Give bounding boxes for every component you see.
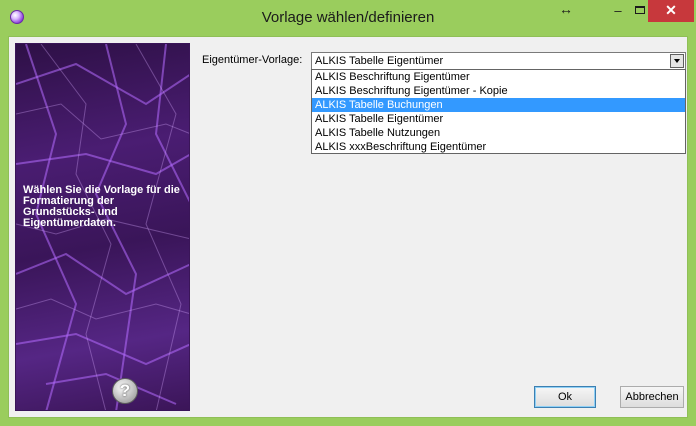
title-bar[interactable]: Vorlage wählen/definieren ↔ – ✕ <box>0 0 696 36</box>
dropdown-option[interactable]: ALKIS xxxBeschriftung Eigentümer <box>312 140 685 154</box>
minimize-button[interactable]: – <box>608 0 628 22</box>
dropdown-option[interactable]: ALKIS Beschriftung Eigentümer <box>312 70 685 84</box>
dropdown-option[interactable]: ALKIS Tabelle Nutzungen <box>312 126 685 140</box>
cancel-button-label: Abbrechen <box>625 391 679 403</box>
cancel-button[interactable]: Abbrechen <box>620 386 684 408</box>
owner-template-value: ALKIS Tabelle Eigentümer <box>315 55 444 67</box>
dropdown-option[interactable]: ALKIS Tabelle Eigentümer <box>312 112 685 126</box>
close-button[interactable]: ✕ <box>648 0 694 22</box>
owner-template-dropdown-list: ALKIS Beschriftung Eigentümer ALKIS Besch… <box>311 69 686 154</box>
window-title: Vorlage wählen/definieren <box>261 9 435 26</box>
ok-button-label: Ok <box>557 391 573 403</box>
chevron-down-icon[interactable] <box>670 54 684 68</box>
dialog-window: Vorlage wählen/definieren ↔ – ✕ Wählen S… <box>0 0 696 426</box>
side-description: Wählen Sie die Vorlage für die Formatier… <box>23 184 180 229</box>
owner-template-select[interactable]: ALKIS Tabelle Eigentümer <box>311 52 686 70</box>
dialog-content: Wählen Sie die Vorlage für die Formatier… <box>8 36 688 418</box>
resize-icon[interactable]: ↔ <box>556 0 576 22</box>
maximize-icon <box>635 6 645 14</box>
maximize-button[interactable] <box>630 0 650 22</box>
ok-button[interactable]: Ok <box>534 386 596 408</box>
help-button[interactable]: ? <box>112 378 138 404</box>
side-banner: Wählen Sie die Vorlage für die Formatier… <box>15 43 190 411</box>
owner-template-label: Eigentümer-Vorlage: <box>202 54 303 66</box>
dropdown-option[interactable]: ALKIS Beschriftung Eigentümer - Kopie <box>312 84 685 98</box>
dropdown-option[interactable]: ALKIS Tabelle Buchungen <box>312 98 685 112</box>
